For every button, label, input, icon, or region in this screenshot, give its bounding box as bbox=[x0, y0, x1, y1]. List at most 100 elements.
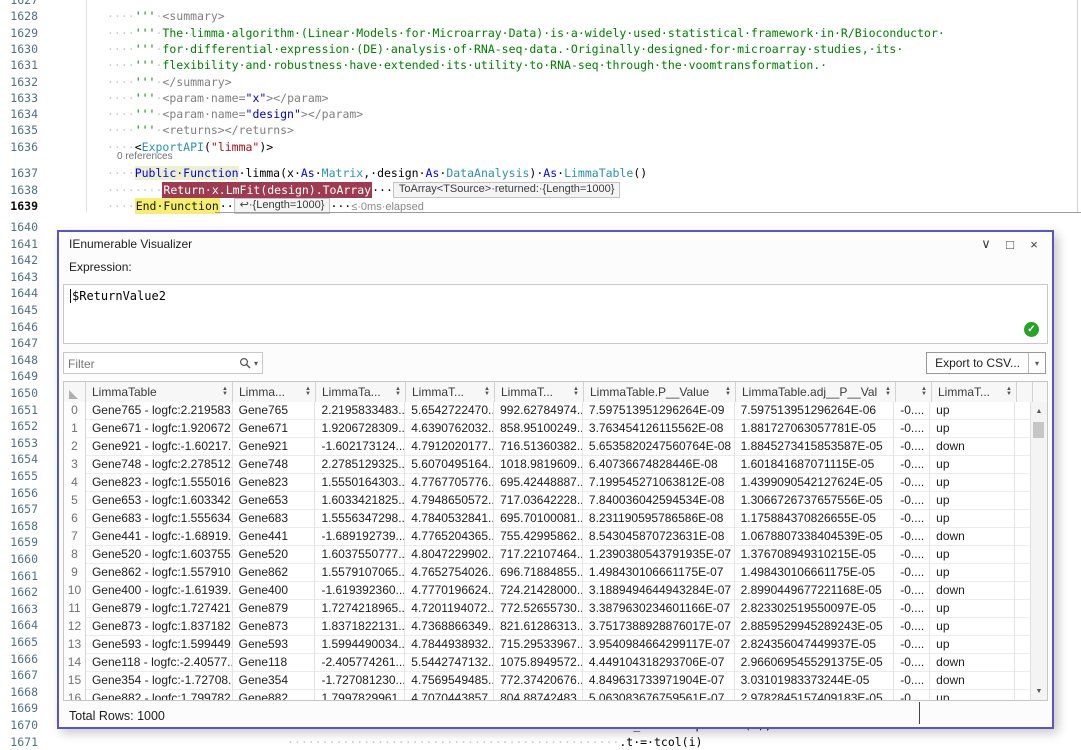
table-cell: up bbox=[930, 420, 1015, 438]
sort-icon[interactable]: ▲▼ bbox=[305, 387, 311, 397]
column-header[interactable]: ▲▼ bbox=[896, 382, 932, 402]
table-cell: 7.199545271063812E-08 bbox=[583, 474, 735, 492]
search-icon[interactable] bbox=[239, 357, 251, 369]
column-header bbox=[1017, 382, 1033, 402]
table-cell: -2.405774261... bbox=[315, 654, 405, 672]
column-header[interactable]: LimmaTa... ▲▼ bbox=[316, 382, 406, 402]
dialog-statusbar: Total Rows: 1000 bbox=[59, 705, 1052, 727]
codelens-references[interactable]: 0 references bbox=[117, 151, 173, 163]
code-line: ····'''·</summary> bbox=[107, 74, 232, 90]
gutter-line-number: 1658 bbox=[0, 518, 38, 534]
table-row[interactable]: 16Gene882 - logfc:1.799782...Gene8821.79… bbox=[64, 690, 1031, 700]
table-cell: 2.9782845157409183E-05 bbox=[735, 690, 895, 700]
table-row[interactable]: 10Gene400 - logfc:-1.61939...Gene400-1.6… bbox=[64, 582, 1031, 600]
table-cell: 4.8047229902... bbox=[405, 546, 494, 564]
sort-icon[interactable]: ▲▼ bbox=[1006, 387, 1012, 397]
table-cell bbox=[1015, 654, 1031, 672]
gutter-line-number: 1656 bbox=[0, 485, 38, 501]
table-row[interactable]: 14Gene118 - logfc:-2.40577...Gene118-2.4… bbox=[64, 654, 1031, 672]
table-cell: -0.... bbox=[894, 438, 930, 456]
table-cell: Gene921 - logfc:-1.60217... bbox=[86, 438, 233, 456]
table-cell: up bbox=[930, 456, 1015, 474]
column-header-label: LimmaTable.adj__P__Val bbox=[742, 385, 877, 399]
gutter-line-number: 1633 bbox=[0, 90, 38, 106]
table-cell: 695.70100081... bbox=[494, 510, 583, 528]
table-row[interactable]: 9Gene862 - logfc:1.557910...Gene8621.557… bbox=[64, 564, 1031, 582]
sort-icon[interactable]: ▲▼ bbox=[395, 387, 401, 397]
table-row[interactable]: 11Gene879 - logfc:1.727421...Gene8791.72… bbox=[64, 600, 1031, 618]
row-index: 1 bbox=[64, 420, 86, 438]
column-header[interactable]: LimmaT...▲▼ bbox=[932, 382, 1017, 402]
table-row[interactable]: 1Gene671 - logfc:1.920672...Gene6711.920… bbox=[64, 420, 1031, 438]
table-row[interactable]: 12Gene873 - logfc:1.837182...Gene8731.83… bbox=[64, 618, 1031, 636]
code-line: ····'''·<param·name="design"></param> bbox=[107, 106, 363, 122]
row-index: 16 bbox=[64, 690, 86, 700]
chevron-down-icon[interactable]: ∨ bbox=[974, 233, 998, 255]
column-header-label: LimmaT... bbox=[412, 385, 464, 399]
scroll-up-icon[interactable]: ▲ bbox=[1031, 403, 1047, 419]
export-to-csv-button[interactable]: Export to CSV... ▾ bbox=[926, 352, 1046, 374]
table-cell: -1.619392360... bbox=[315, 582, 405, 600]
table-row[interactable]: 7Gene441 - logfc:-1.68919...Gene441-1.68… bbox=[64, 528, 1031, 546]
dialog-titlebar[interactable]: IEnumerable Visualizer ∨□× bbox=[59, 232, 1052, 256]
column-header[interactable]: LimmaTable.adj__P__Val ▲▼ bbox=[736, 382, 896, 402]
table-row[interactable]: 15Gene354 - logfc:-1.72708...Gene354-1.7… bbox=[64, 672, 1031, 690]
sort-icon[interactable]: ▲▼ bbox=[921, 387, 927, 397]
table-row[interactable]: 3Gene748 - logfc:2.278512...Gene7482.278… bbox=[64, 456, 1031, 474]
row-index: 11 bbox=[64, 600, 86, 618]
sort-icon[interactable]: ▲▼ bbox=[573, 387, 579, 397]
sort-icon[interactable]: ▲▼ bbox=[484, 387, 490, 397]
close-icon[interactable]: × bbox=[1022, 233, 1046, 255]
table-cell: 8.231190595786586E-08 bbox=[583, 510, 735, 528]
sort-icon[interactable]: ▲▼ bbox=[222, 387, 228, 397]
table-cell bbox=[1015, 600, 1031, 618]
table-cell: Gene882 bbox=[233, 690, 316, 700]
scroll-down-icon[interactable]: ▼ bbox=[1031, 683, 1047, 699]
maximize-icon[interactable]: □ bbox=[998, 233, 1022, 255]
table-cell: -0.... bbox=[894, 420, 930, 438]
column-header[interactable]: Limma...▲▼ bbox=[233, 382, 316, 402]
row-index: 9 bbox=[64, 564, 86, 582]
select-all-corner[interactable] bbox=[64, 382, 86, 402]
table-cell: 992.62784974... bbox=[494, 402, 583, 420]
debugger-value-box[interactable]: ToArray<TSource>·returned:·{Length=1000} bbox=[393, 182, 621, 198]
table-cell: 1.8845273415853587E-05 bbox=[735, 438, 895, 456]
sort-icon[interactable]: ▲▼ bbox=[725, 387, 731, 397]
grid-vertical-scrollbar[interactable]: ▲ ▼ bbox=[1030, 402, 1047, 700]
column-header[interactable]: LimmaT...▲▼ bbox=[495, 382, 584, 402]
table-cell: 858.95100249... bbox=[494, 420, 583, 438]
filter-input[interactable] bbox=[66, 354, 230, 374]
table-row[interactable]: 13Gene593 - logfc:1.599449...Gene5931.59… bbox=[64, 636, 1031, 654]
table-cell: 3.9540984664299117E-07 bbox=[583, 636, 735, 654]
table-cell: 3.1889494644943284E-07 bbox=[583, 582, 735, 600]
expression-input[interactable]: $ReturnValue2 ✓ bbox=[63, 284, 1048, 344]
gutter-line-number: 1670 bbox=[0, 717, 38, 733]
table-cell bbox=[1015, 492, 1031, 510]
table-cell: 715.29533967... bbox=[494, 636, 583, 654]
filter-dropdown-icon[interactable]: ▾ bbox=[254, 359, 258, 368]
column-header[interactable]: LimmaT... ▲▼ bbox=[406, 382, 495, 402]
sort-icon[interactable]: ▲▼ bbox=[885, 387, 891, 397]
table-cell: -0.... bbox=[894, 546, 930, 564]
table-cell: 821.61286313... bbox=[494, 618, 583, 636]
table-row[interactable]: 8Gene520 - logfc:1.603755...Gene5201.603… bbox=[64, 546, 1031, 564]
table-cell: 2.8990449677221168E-05 bbox=[735, 582, 895, 600]
table-cell: -0.... bbox=[894, 672, 930, 690]
gutter-line-number: 1669 bbox=[0, 700, 38, 716]
table-cell: 1018.9819609... bbox=[494, 456, 583, 474]
table-cell: Gene862 - logfc:1.557910... bbox=[86, 564, 233, 582]
export-dropdown-icon[interactable]: ▾ bbox=[1028, 353, 1045, 373]
table-cell: 1.2390380543791935E-07 bbox=[583, 546, 735, 564]
column-header-label: LimmaTa... bbox=[322, 385, 381, 399]
scrollbar-thumb[interactable] bbox=[1033, 422, 1044, 438]
table-row[interactable]: 4Gene823 - logfc:1.555016...Gene8231.555… bbox=[64, 474, 1031, 492]
table-row[interactable]: 5Gene653 - logfc:1.603342...Gene6531.603… bbox=[64, 492, 1031, 510]
column-header[interactable]: LimmaTable.P__Value▲▼ bbox=[584, 382, 736, 402]
table-row[interactable]: 2Gene921 - logfc:-1.60217...Gene921-1.60… bbox=[64, 438, 1031, 456]
gutter-line-number: 1631 bbox=[0, 57, 38, 73]
row-index: 14 bbox=[64, 654, 86, 672]
table-row[interactable]: 0Gene765 - logfc:2.219583...Gene7652.219… bbox=[64, 402, 1031, 420]
filter-field[interactable]: ▾ bbox=[63, 352, 263, 374]
table-row[interactable]: 6Gene683 - logfc:1.555634...Gene6831.555… bbox=[64, 510, 1031, 528]
column-header[interactable]: LimmaTable▲▼ bbox=[86, 382, 233, 402]
